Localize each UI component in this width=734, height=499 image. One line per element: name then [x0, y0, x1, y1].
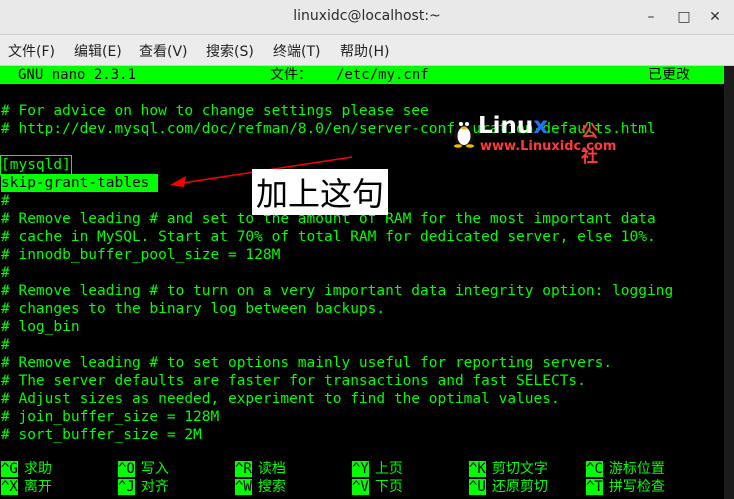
- close-button[interactable]: ✕: [706, 8, 724, 26]
- shortcut-key: ^T: [586, 479, 603, 495]
- shortcut-key: ^O: [118, 461, 135, 477]
- shortcut-label: 下页: [374, 479, 403, 495]
- logo-brand-b: x: [533, 113, 549, 139]
- editor-line: # For advice on how to change settings p…: [1, 103, 429, 119]
- shortcut-read[interactable]: ^R 读档: [235, 461, 286, 478]
- shortcut-label: 读档: [257, 461, 286, 477]
- shortcut-label: 求助: [23, 461, 52, 477]
- shortcut-key: ^U: [469, 479, 486, 495]
- editor-line-highlighted: skip-grant-tables: [1, 174, 159, 192]
- shortcut-label: 写入: [140, 461, 169, 477]
- editor-line: # Remove leading # to set options mainly…: [1, 355, 613, 371]
- editor-line: # http://dev.mysql.com/doc/refman/8.0/en…: [1, 121, 656, 137]
- nano-file-path: /etc/my.cnf: [336, 67, 429, 83]
- shortcut-next-page[interactable]: ^V 下页: [352, 479, 403, 496]
- shortcut-cursor-pos[interactable]: ^C 游标位置: [586, 461, 665, 478]
- shortcut-label: 游标位置: [608, 461, 665, 477]
- nano-version: GNU nano 2.3.1: [18, 67, 137, 83]
- menu-help[interactable]: 帮助(H): [340, 41, 389, 61]
- editor-line: #: [1, 265, 10, 281]
- editor-line: # Adjust sizes as needed, experiment to …: [1, 391, 560, 407]
- shortcut-label: 上页: [374, 461, 403, 477]
- shortcut-uncut[interactable]: ^U 还原剪切: [469, 479, 548, 496]
- shortcut-prev-page[interactable]: ^Y 上页: [352, 461, 403, 478]
- editor-line: # join_buffer_size = 128M: [1, 409, 220, 425]
- shortcut-key: ^Y: [352, 461, 369, 477]
- menu-file[interactable]: 文件(F): [8, 41, 55, 61]
- nano-status: 已更改: [648, 67, 690, 83]
- shortcut-key: ^W: [235, 479, 252, 495]
- shortcut-key: ^K: [469, 461, 486, 477]
- shortcut-justify[interactable]: ^J 对齐: [118, 479, 169, 496]
- editor-line: #: [1, 193, 10, 209]
- maximize-button[interactable]: □: [675, 8, 693, 26]
- shortcut-label: 离开: [23, 479, 52, 495]
- editor-line: # cache in MySQL. Start at 70% of total …: [1, 229, 656, 245]
- shortcut-write[interactable]: ^O 写入: [118, 461, 169, 478]
- editor-line: # log_bin: [1, 319, 80, 335]
- shortcut-key: ^J: [118, 479, 135, 495]
- menu-bar: 文件(F) 编辑(E) 查看(V) 搜索(S) 终端(T) 帮助(H): [0, 35, 734, 66]
- terminal-window: linuxidc@localhost:~ – □ ✕ 文件(F) 编辑(E) 查…: [0, 0, 734, 499]
- nano-file-label: 文件：: [270, 67, 312, 83]
- terminal-scrollbar[interactable]: [724, 66, 734, 499]
- logo-url: www.Linuxidc.com: [480, 139, 617, 154]
- shortcut-label: 搜索: [257, 479, 286, 495]
- shortcut-label: 剪切文字: [491, 461, 548, 477]
- nano-header: GNU nano 2.3.1 文件： /etc/my.cnf 已更改: [0, 66, 724, 84]
- shortcut-key: ^V: [352, 479, 369, 495]
- penguin-icon: [454, 121, 474, 148]
- shortcut-key: ^G: [1, 461, 18, 477]
- minimize-button[interactable]: –: [642, 8, 660, 26]
- shortcut-cut[interactable]: ^K 剪切文字: [469, 461, 548, 478]
- editor-line-section: [mysqld]: [0, 155, 72, 175]
- title-bar: linuxidc@localhost:~ – □ ✕: [0, 0, 734, 35]
- editor-line: # innodb_buffer_pool_size = 128M: [1, 247, 281, 263]
- shortcut-key: ^C: [586, 461, 603, 477]
- editor-line: # The server defaults are faster for tra…: [1, 373, 586, 389]
- shortcut-key: ^R: [235, 461, 252, 477]
- menu-edit[interactable]: 编辑(E): [74, 41, 122, 61]
- editor-line: # Remove leading # to turn on a very imp…: [1, 283, 674, 299]
- editor-line: #: [1, 337, 10, 353]
- shortcut-exit[interactable]: ^X 离开: [1, 479, 52, 496]
- shortcut-help[interactable]: ^G 求助: [1, 461, 52, 478]
- logo-brand-a: Linu: [478, 113, 534, 139]
- menu-search[interactable]: 搜索(S): [206, 41, 254, 61]
- terminal-area[interactable]: GNU nano 2.3.1 文件： /etc/my.cnf 已更改 # For…: [0, 66, 734, 499]
- shortcut-key: ^X: [1, 479, 18, 495]
- menu-view[interactable]: 查看(V): [139, 41, 188, 61]
- shortcut-label: 对齐: [140, 479, 169, 495]
- editor-line: # changes to the binary log between back…: [1, 301, 386, 317]
- menu-terminal[interactable]: 终端(T): [273, 41, 320, 61]
- editor-line: # sort_buffer_size = 2M: [1, 427, 202, 443]
- shortcut-label: 还原剪切: [491, 479, 548, 495]
- shortcut-spell[interactable]: ^T 拼写检查: [586, 479, 665, 496]
- annotation-text: 加上这句: [252, 169, 389, 215]
- shortcut-where-is[interactable]: ^W 搜索: [235, 479, 286, 496]
- window-title: linuxidc@localhost:~: [293, 8, 441, 24]
- shortcut-label: 拼写检查: [608, 479, 665, 495]
